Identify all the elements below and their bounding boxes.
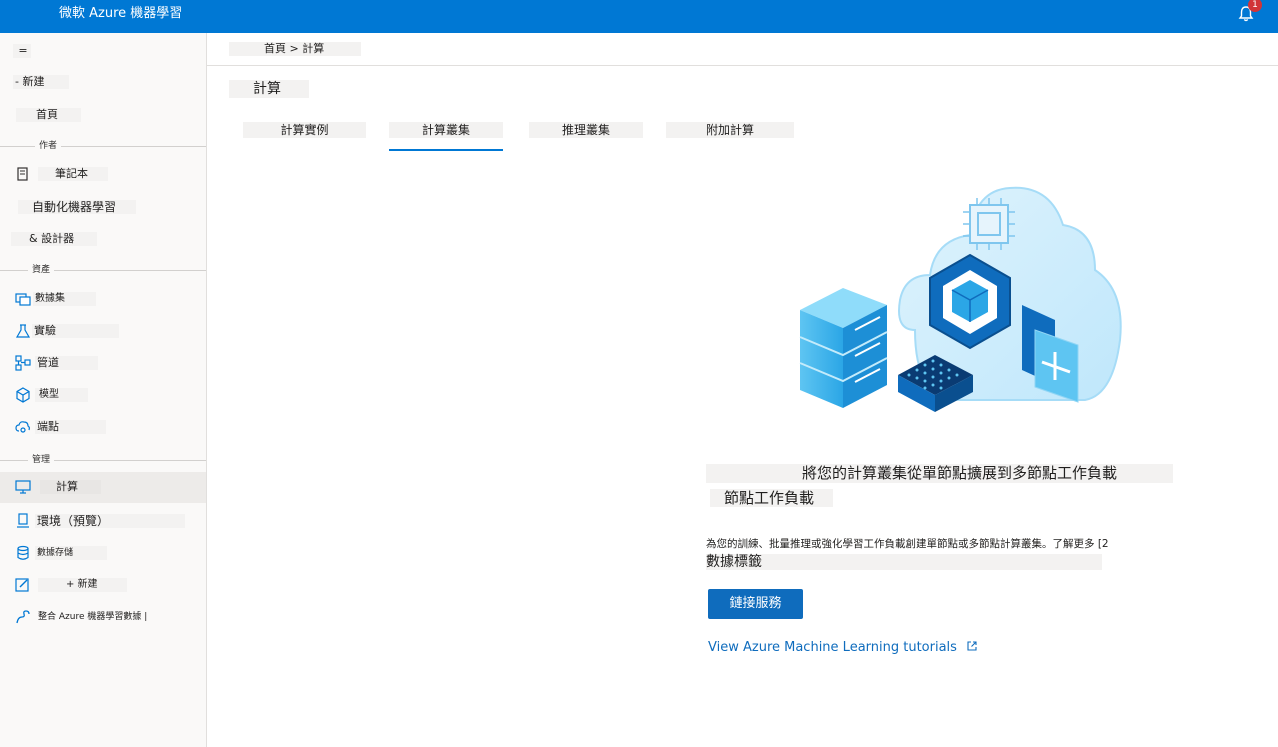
sidebar-item-linked-services[interactable]: 整合 Azure 機器學習數據 | — [0, 602, 206, 632]
sidebar: = - 新建 首頁 作者 筆記本 自動化機器學習 & 設計器 資產 數據集 實驗 — [0, 33, 207, 747]
tutorial-link[interactable]: View Azure Machine Learning tutorials — [708, 640, 977, 656]
sidebar-item-label: 模型 — [35, 388, 88, 402]
section-label: 作者 — [35, 140, 62, 152]
sidebar-item-label: 環境（預覽） — [35, 514, 185, 528]
hamburger-icon: = — [13, 44, 31, 58]
compute-illustration — [795, 180, 1135, 416]
endpoint-icon — [15, 419, 31, 435]
breadcrumb[interactable]: 首頁 > 計算 — [229, 42, 361, 56]
tab-attached-compute[interactable]: 附加計算 — [666, 122, 794, 138]
sidebar-item-label: 端點 — [35, 420, 106, 434]
datasets-icon — [15, 291, 31, 307]
sidebar-item-label: 管道 — [35, 356, 98, 370]
sidebar-item-pipelines[interactable]: 管道 — [0, 348, 206, 378]
environment-icon — [15, 513, 31, 529]
pipeline-icon — [15, 355, 31, 371]
section-label: 資產 — [28, 264, 55, 276]
sidebar-item-label: & 設計器 — [11, 232, 97, 246]
notification-badge: 1 — [1248, 0, 1262, 12]
section-manage: 管理 — [0, 454, 206, 466]
app-title[interactable]: 微軟 Azure 機器學習 — [4, 5, 228, 23]
edit-icon — [15, 577, 31, 593]
sidebar-item-label: 自動化機器學習 — [18, 200, 136, 214]
sidebar-item-label: 數據集 — [33, 292, 96, 306]
tab-inference-clusters[interactable]: 推理叢集 — [529, 122, 643, 138]
section-author: 作者 — [0, 140, 206, 152]
tab-compute-instances[interactable]: 計算實例 — [243, 122, 366, 138]
external-link-icon — [967, 640, 977, 651]
tutorial-link-text[interactable]: View Azure Machine Learning tutorials — [708, 640, 957, 655]
section-label: 管理 — [28, 454, 55, 466]
breadcrumb-bar — [207, 33, 1278, 66]
sidebar-item-label: + 新建 — [38, 578, 127, 592]
sidebar-item-label: - 新建 — [13, 75, 69, 89]
empty-state-headline-tail: 節點工作負載 — [710, 489, 833, 507]
sidebar-item-datastores[interactable]: 數據存儲 — [0, 538, 206, 568]
sidebar-item-designer[interactable]: & 設計器 — [0, 224, 206, 254]
sidebar-item-data-labeling[interactable]: + 新建 — [0, 570, 206, 600]
sidebar-item-new[interactable]: - 新建 — [0, 67, 206, 97]
sidebar-item-label: 首頁 — [16, 108, 81, 122]
sidebar-item-environments[interactable]: 環境（預覽） — [0, 506, 206, 536]
sidebar-item-label: 實驗 — [32, 324, 119, 338]
active-tab-indicator — [389, 149, 503, 151]
page-title: 計算 — [229, 80, 309, 98]
sidebar-item-datasets[interactable]: 數據集 — [0, 284, 206, 314]
sidebar-item-experiments[interactable]: 實驗 — [0, 316, 206, 346]
monitor-icon — [15, 479, 31, 495]
sidebar-item-automl[interactable]: 自動化機器學習 — [0, 192, 206, 222]
flask-icon — [15, 323, 31, 339]
sidebar-item-endpoints[interactable]: 端點 — [0, 412, 206, 442]
empty-state-description: 為您的訓練、批量推理或強化學習工作負載創建單節點或多節點計算叢集。了解更多 [2 — [706, 538, 1109, 550]
database-icon — [15, 545, 31, 561]
link-icon — [15, 609, 31, 625]
tab-compute-clusters[interactable]: 計算叢集 — [389, 122, 503, 138]
sidebar-item-label: 整合 Azure 機器學習數據 | — [36, 610, 148, 624]
sidebar-item-notebooks[interactable]: 筆記本 — [0, 159, 206, 189]
sidebar-item-compute[interactable]: 計算 — [0, 472, 206, 503]
empty-state-description-tail: 數據標籤 — [706, 554, 1102, 570]
sidebar-item-home[interactable]: 首頁 — [0, 100, 206, 130]
section-assets: 資產 — [0, 264, 206, 276]
sidebar-item-models[interactable]: 模型 — [0, 380, 206, 410]
empty-state-headline: 將您的計算叢集從單節點擴展到多節點工作負載 — [706, 464, 1173, 483]
top-bar: 微軟 Azure 機器學習 1 — [0, 0, 1278, 33]
menu-toggle-button[interactable]: = — [0, 36, 206, 66]
notebook-icon — [15, 166, 31, 182]
sidebar-item-label: 筆記本 — [38, 167, 108, 181]
sidebar-item-label: 數據存儲 — [35, 546, 107, 560]
cube-icon — [15, 387, 31, 403]
sidebar-item-label: 計算 — [40, 480, 101, 494]
linked-service-button[interactable]: 鏈接服務 — [708, 589, 803, 619]
